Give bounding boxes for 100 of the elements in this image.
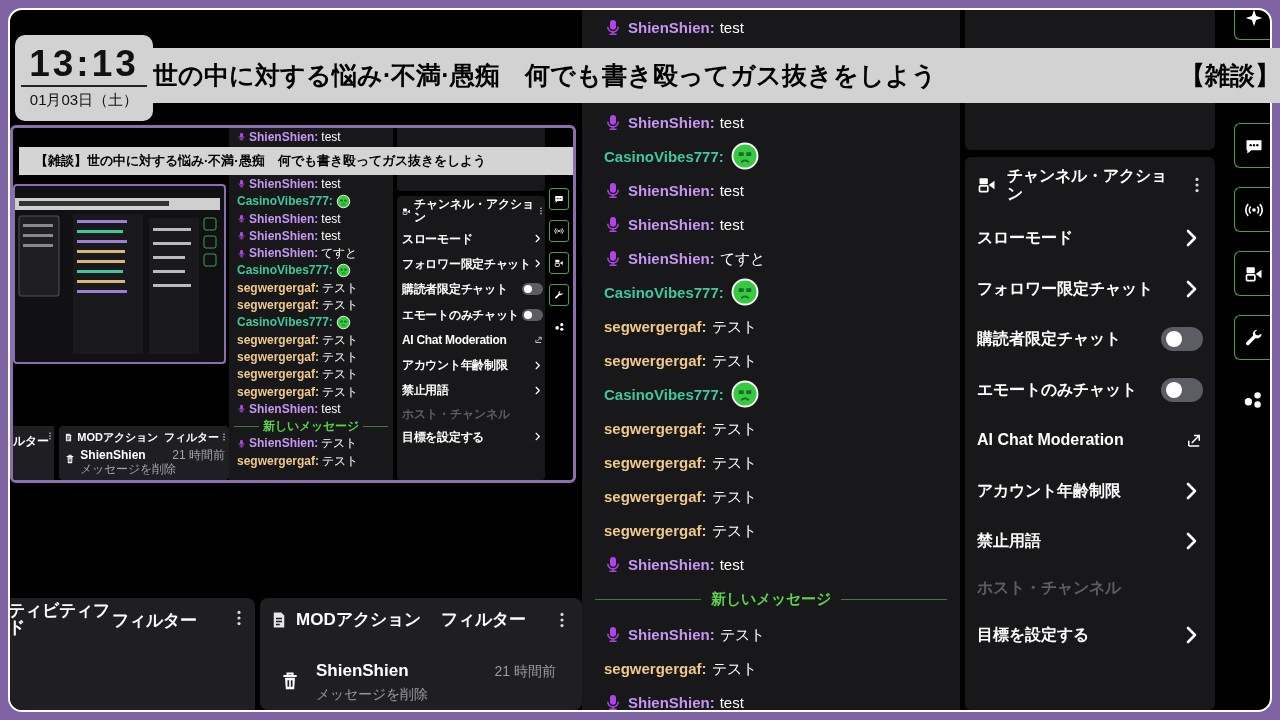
stream-manager-icon xyxy=(977,175,997,195)
timestamp: 21 時間前 xyxy=(172,448,225,462)
sidebar-tool-button[interactable] xyxy=(1234,187,1270,232)
chat-bubble-icon xyxy=(554,194,564,204)
chat-message: ShienShien: test xyxy=(628,216,744,232)
document-icon xyxy=(64,432,74,442)
chat-message: segwergergaf: テスト xyxy=(604,318,757,334)
more-options-button[interactable] xyxy=(49,432,52,440)
chat-message: ShienShien: test xyxy=(628,694,744,710)
filter-button[interactable]: フィルター xyxy=(164,428,219,446)
stream-manager-icon xyxy=(402,206,411,216)
menu-item[interactable]: フォロワー限定チャット xyxy=(965,263,1215,314)
face-emoji-icon xyxy=(335,314,351,330)
face-emoji-icon xyxy=(335,262,351,278)
stream-title: 【雑談】 xyxy=(1180,59,1280,91)
action-description: メッセージを削除 xyxy=(80,462,178,476)
more-options-icon xyxy=(49,432,52,440)
chat-message: segwergergaf: テスト xyxy=(237,350,359,363)
filter-button[interactable]: ルター xyxy=(13,432,49,450)
sidebar-tool-button[interactable] xyxy=(1234,315,1270,360)
external-link-icon xyxy=(534,335,543,345)
toggle-label: 購読者限定チャット xyxy=(402,281,508,299)
username: CasinoVibes777: xyxy=(237,195,333,208)
wrench-icon xyxy=(1243,327,1264,348)
chat-message: ShienShien: test xyxy=(249,212,341,225)
trash-icon xyxy=(280,671,300,691)
filter-button[interactable]: フィルター xyxy=(440,607,526,633)
menu-item[interactable]: 禁止用語 xyxy=(397,377,545,404)
panel-title: MODアクション xyxy=(77,429,158,445)
filter-button[interactable]: フィルター xyxy=(112,608,197,634)
username: CasinoVibes777: xyxy=(604,148,724,164)
chat-message: segwergergaf: テスト xyxy=(604,488,757,504)
menu-item[interactable]: AI Chat Moderation xyxy=(397,327,545,353)
chat-message: ShienShien: テスト xyxy=(628,626,765,642)
sidebar-tool-button[interactable] xyxy=(1234,123,1270,168)
chat-message: ShienShien: テスト xyxy=(249,437,358,450)
face-emoji-icon xyxy=(729,141,760,171)
chat-message: ShienShien: test xyxy=(628,182,744,198)
chat-message: segwergergaf: テスト xyxy=(237,333,359,346)
sidebar-tool-button[interactable] xyxy=(549,284,569,306)
chat-message: segwergergaf: テスト xyxy=(237,299,359,311)
action-description: メッセージを削除 xyxy=(316,685,429,703)
toggle-label: エモートのみチャット xyxy=(402,306,519,324)
face-emoji-icon xyxy=(729,277,760,307)
new-messages-divider-label: 新しいメッセージ xyxy=(711,588,831,609)
wrench-icon xyxy=(554,290,564,300)
toggle-label: エモートのみチャット xyxy=(977,379,1137,400)
chat-message: ShienShien: test xyxy=(249,229,341,242)
menu-item[interactable]: 禁止用語 xyxy=(965,516,1215,567)
chat-message: segwergergaf: テスト xyxy=(237,368,359,381)
more-options-icon xyxy=(560,612,564,628)
toggle-label: 購読者限定チャット xyxy=(977,329,1121,350)
face-emoji-icon xyxy=(729,379,760,409)
moderator-name: ShienShien xyxy=(316,661,410,681)
chat-message: ShienShien: test xyxy=(249,130,341,143)
chat-message: ShienShien: test xyxy=(628,114,744,130)
sidebar-tool-button[interactable] xyxy=(549,188,569,210)
menu-item[interactable]: AI Chat Moderation xyxy=(965,415,1215,466)
menu-item[interactable]: アカウント年齢制限 xyxy=(397,352,545,378)
username: CasinoVibes777: xyxy=(604,284,724,300)
menu-item[interactable]: フォロワー限定チャット xyxy=(397,251,545,277)
sidebar-tool-button[interactable] xyxy=(549,252,569,274)
chat-message: segwergergaf: テスト xyxy=(604,352,757,368)
menu-item[interactable]: 目標を設定する xyxy=(397,424,545,450)
chat-message: segwergergaf: テスト xyxy=(604,420,757,436)
more-options-button[interactable] xyxy=(560,612,564,628)
more-options-icon xyxy=(1195,177,1199,193)
chat-message: segwergergaf: テスト xyxy=(604,660,757,676)
broadcast-icon xyxy=(554,226,564,236)
toggle-switch[interactable] xyxy=(522,308,543,321)
username: CasinoVibes777: xyxy=(604,386,724,402)
trash-icon xyxy=(65,454,76,464)
toggle-switch[interactable] xyxy=(1161,327,1203,352)
clock-date: 01月03日（土） xyxy=(29,90,139,110)
username: CasinoVibes777: xyxy=(237,264,333,277)
menu-item[interactable]: スローモード xyxy=(397,226,545,252)
chat-message: segwergergaf: テスト xyxy=(237,454,359,467)
username: CasinoVibes777: xyxy=(237,316,333,329)
toggle-switch[interactable] xyxy=(522,283,543,296)
chat-message: ShienShien: test xyxy=(249,177,341,190)
toggle-switch[interactable] xyxy=(1161,377,1203,402)
more-options-button[interactable] xyxy=(237,610,241,626)
panel-title: MODアクション xyxy=(296,609,421,632)
chat-message: ShienShien: てすと xyxy=(628,250,765,266)
timestamp: 21 時間前 xyxy=(494,662,556,681)
menu-item[interactable]: アカウント年齢制限 xyxy=(965,465,1215,516)
stream-manager-icon xyxy=(554,258,564,268)
chat-message: ShienShien: test xyxy=(628,19,744,35)
menu-item[interactable]: スローモード xyxy=(965,213,1215,264)
menu-item[interactable]: 目標を設定する xyxy=(965,609,1215,660)
chat-message: segwergergaf: テスト xyxy=(237,385,359,398)
stream-title: 世の中に対する悩み·不満·愚痴 何でも書き殴ってガス抜きをしよう xyxy=(153,59,937,91)
more-options-button[interactable] xyxy=(1195,177,1199,193)
chat-message: ShienShien: test xyxy=(249,402,341,415)
stream-title: 【雑談】世の中に対する悩み·不満·愚痴 何でも書き殴ってガス抜きをしよう xyxy=(35,152,486,171)
sidebar-tool-button[interactable] xyxy=(549,220,569,242)
face-emoji-icon xyxy=(335,193,351,209)
panel-title: チャンネル・アクション xyxy=(1007,167,1168,203)
chat-message: ShienShien: test xyxy=(628,556,744,572)
sidebar-tool-button[interactable] xyxy=(1234,251,1270,296)
